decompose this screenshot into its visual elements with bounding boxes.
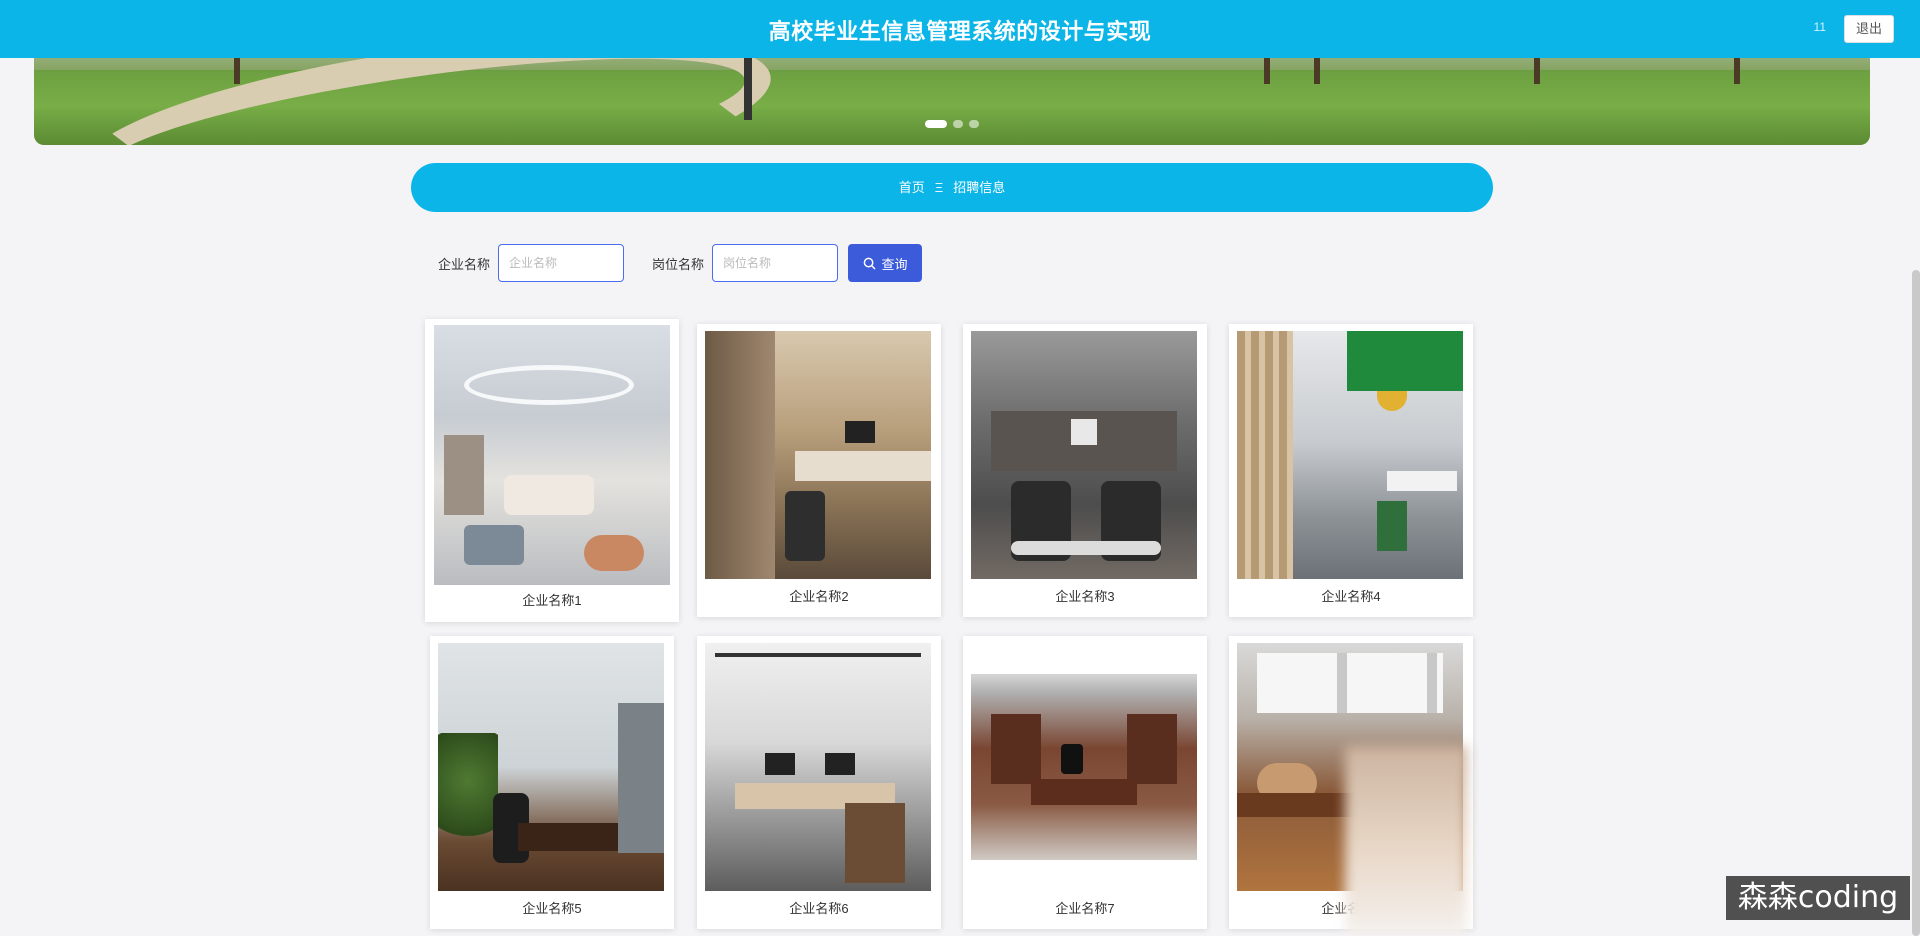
carousel-indicators (34, 115, 1870, 133)
page-scrollbar[interactable] (1912, 270, 1920, 936)
carousel-dot[interactable] (969, 120, 979, 128)
job-card[interactable]: 企业名称7 (963, 636, 1207, 929)
job-card[interactable]: 企业名称2 (697, 324, 941, 617)
company-image (971, 674, 1197, 860)
company-name: 企业名称6 (789, 901, 849, 916)
job-card[interactable]: 企业名称3 (963, 324, 1207, 617)
company-name: 企业名称2 (789, 589, 849, 604)
breadcrumb-separator: Ξ (934, 180, 944, 195)
search-button[interactable]: 查询 (848, 244, 923, 282)
banner-carousel (34, 48, 1870, 145)
company-image (705, 331, 931, 579)
position-name-input[interactable] (712, 244, 839, 282)
breadcrumb-current: 招聘信息 (953, 180, 1006, 195)
company-image (1237, 331, 1463, 579)
company-image (438, 643, 664, 891)
video-watermark: 森森coding (1726, 876, 1910, 920)
breadcrumb-home-link[interactable]: 首页 (899, 180, 925, 195)
company-image (971, 331, 1197, 579)
blurred-overlay (1345, 746, 1467, 936)
company-name: 企业名称1 (522, 593, 582, 608)
search-form: 企业名称 岗位名称 查询 (438, 244, 923, 282)
job-card[interactable]: 企业名称4 (1229, 324, 1473, 617)
company-image (705, 643, 931, 891)
logout-button[interactable]: 退出 (1844, 15, 1894, 43)
search-icon (863, 257, 875, 269)
banner-lamppost (744, 48, 752, 120)
carousel-dot[interactable] (953, 120, 963, 128)
company-name: 企业名称4 (1321, 589, 1381, 604)
breadcrumb: 首页 Ξ 招聘信息 (411, 163, 1493, 212)
company-image (434, 325, 670, 585)
job-card[interactable]: 企业名称5 (430, 636, 674, 929)
job-card[interactable]: 企业名称1 (425, 319, 679, 622)
page-title: 高校毕业生信息管理系统的设计与实现 (768, 20, 1152, 45)
job-card[interactable]: 企业名称6 (697, 636, 941, 929)
position-name-label: 岗位名称 (652, 256, 705, 272)
company-name: 企业名称3 (1055, 589, 1115, 604)
top-header: 高校毕业生信息管理系统的设计与实现 11 退出 (0, 0, 1920, 58)
company-name: 企业名称7 (1055, 901, 1115, 916)
company-name-label: 企业名称 (438, 256, 491, 272)
search-button-label: 查询 (881, 256, 908, 272)
username-text: 11 (1813, 20, 1826, 34)
carousel-dot[interactable] (925, 120, 947, 128)
company-name-input[interactable] (498, 244, 625, 282)
company-name: 企业名称5 (522, 901, 582, 916)
